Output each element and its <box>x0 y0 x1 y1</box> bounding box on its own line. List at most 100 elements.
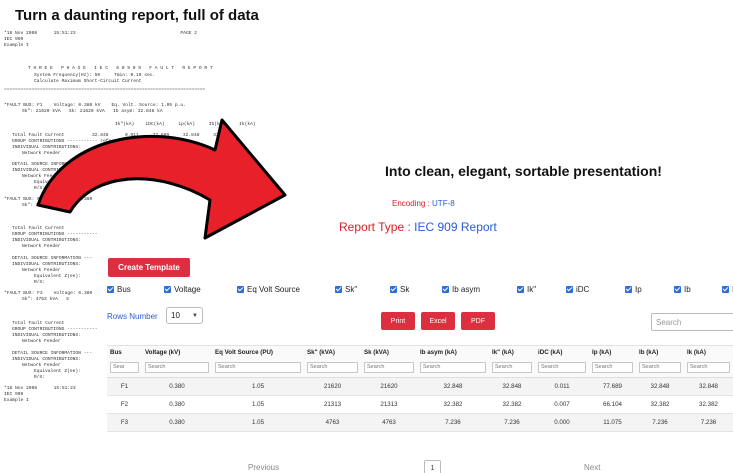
table-cell: 32.382 <box>684 395 733 414</box>
report-line: Example I <box>4 398 29 403</box>
report-line: GROUP CONTRIBUTIONS ----------- referred… <box>12 139 156 144</box>
checkbox-icon[interactable] <box>335 286 342 293</box>
pagination-page[interactable]: 1 <box>424 460 441 473</box>
filter-input-voltage[interactable] <box>145 361 209 373</box>
checkbox-icon[interactable] <box>164 286 171 293</box>
toggle-label: Eq Volt Source <box>247 285 300 294</box>
filter-input-sk[interactable] <box>364 361 414 373</box>
column-header-sk-initial[interactable]: Sk" (kVA) <box>304 345 361 360</box>
column-header-ik-initial[interactable]: Ik" (kA) <box>489 345 535 360</box>
toggle-bus[interactable]: Bus <box>107 285 131 294</box>
table-cell: 7.236 <box>417 413 489 432</box>
table-cell: 0.007 <box>535 395 589 414</box>
table-cell: 21313 <box>361 395 417 414</box>
filter-input-ik-initial[interactable] <box>492 361 532 373</box>
checkbox-icon[interactable] <box>566 286 573 293</box>
filter-input-bus[interactable] <box>110 361 139 373</box>
checkbox-icon[interactable] <box>517 286 524 293</box>
checkbox-icon[interactable] <box>237 286 244 293</box>
column-header-ib-asym[interactable]: Ib asym (kA) <box>417 345 489 360</box>
table-cell: 0.011 <box>535 377 589 396</box>
column-header-ib[interactable]: Ib (kA) <box>636 345 684 360</box>
toggle-ib-asym[interactable]: Ib asym <box>442 285 480 294</box>
column-header-voltage[interactable]: Voltage (kV) <box>142 345 212 360</box>
headline-top: Turn a daunting report, full of data <box>15 7 259 24</box>
table-row: F3 0.380 1.05 4763 4763 7.236 7.236 0.00… <box>107 413 733 432</box>
toggle-sk-initial[interactable]: Sk" <box>335 285 357 294</box>
column-header-ip[interactable]: Ip (kA) <box>589 345 636 360</box>
report-line: INDIVIDUAL CONTRIBUTIONS: <box>12 262 81 267</box>
report-line: DETAIL SOURCE INFORMATION <box>12 162 81 167</box>
filter-input-ib[interactable] <box>639 361 681 373</box>
column-header-bus[interactable]: Bus <box>107 345 142 360</box>
fault-report-table: Bus Voltage (kV) Eq Volt Source (PU) Sk"… <box>107 345 733 432</box>
checkbox-icon[interactable] <box>625 286 632 293</box>
checkbox-icon[interactable] <box>390 286 397 293</box>
filter-input-sk-initial[interactable] <box>307 361 358 373</box>
report-line: T H R E E P H A S E I E C 6 0 9 0 9 F A … <box>28 66 213 71</box>
filter-input-eq-volt-source[interactable] <box>215 361 301 373</box>
table-cell: 32.848 <box>489 377 535 396</box>
report-line: GROUP CONTRIBUTIONS ----------- <box>12 327 98 332</box>
column-visibility-toggles: Bus Voltage Eq Volt Source Sk" Sk Ib asy… <box>107 285 733 297</box>
report-line: Example I <box>4 43 29 48</box>
table-cell: 66.104 <box>589 395 636 414</box>
global-search-input[interactable]: Search <box>651 313 733 331</box>
excel-button[interactable]: Excel <box>421 312 455 330</box>
table-cell: F3 <box>107 413 142 432</box>
toggle-sk[interactable]: Sk <box>390 285 409 294</box>
filter-input-ip[interactable] <box>592 361 633 373</box>
create-template-button[interactable]: Create Template <box>108 258 190 277</box>
table-cell: 4763 <box>304 413 361 432</box>
rows-number-select[interactable]: 10 ▼ <box>166 307 203 324</box>
table-cell: 21620 <box>361 377 417 396</box>
table-cell: 11.075 <box>589 413 636 432</box>
report-line: Equivalent Z(ee): <box>34 274 81 279</box>
table-cell: 7.236 <box>636 413 684 432</box>
toggle-ib[interactable]: Ib <box>674 285 691 294</box>
toggle-idc[interactable]: iDC <box>566 285 589 294</box>
filter-input-idc[interactable] <box>538 361 586 373</box>
column-header-sk[interactable]: Sk (kVA) <box>361 345 417 360</box>
report-line: ========================================… <box>4 87 206 92</box>
toggle-label: Ip <box>635 285 642 294</box>
column-header-eq-volt-source[interactable]: Eq Volt Source (PU) <box>212 345 304 360</box>
toggle-label: Bus <box>117 285 131 294</box>
table-cell: 32.848 <box>417 377 489 396</box>
chevron-down-icon: ▼ <box>192 312 198 319</box>
checkbox-icon[interactable] <box>107 286 114 293</box>
checkbox-icon[interactable] <box>722 286 729 293</box>
report-line: Equivalent Z(ee): <box>34 369 81 374</box>
toggle-ik-initial[interactable]: Ik" <box>517 285 536 294</box>
filter-input-ib-asym[interactable] <box>420 361 486 373</box>
report-line: IEC 909 <box>4 37 24 42</box>
table-cell: 77.689 <box>589 377 636 396</box>
report-line: R/X: <box>34 375 46 380</box>
checkbox-icon[interactable] <box>442 286 449 293</box>
table-cell: 7.236 <box>684 413 733 432</box>
toggle-ip[interactable]: Ip <box>625 285 642 294</box>
print-button[interactable]: Print <box>381 312 415 330</box>
pdf-button[interactable]: PDF <box>461 312 495 330</box>
toggle-eq-volt-source[interactable]: Eq Volt Source <box>237 285 300 294</box>
pagination-previous[interactable]: Previous <box>248 463 279 472</box>
toggle-label: Sk <box>400 285 410 294</box>
toggle-label: Ib asym <box>452 285 481 294</box>
report-line: Network Feeder Status: MESHED, FAR <box>22 174 215 179</box>
column-header-ik[interactable]: Ik (kA) <box>684 345 733 360</box>
encoding-label: Encoding : <box>392 199 433 208</box>
pagination-next[interactable]: Next <box>584 463 600 472</box>
column-header-idc[interactable]: iDC (kA) <box>535 345 589 360</box>
toggle-ik[interactable]: Ik <box>722 285 733 294</box>
report-line: *FAULT BUS: F2 Voltage: 0.380 <box>4 197 93 202</box>
report-line: Calculate Maximum Short-Circuit Current <box>34 79 142 84</box>
toggle-voltage[interactable]: Voltage <box>164 285 201 294</box>
report-line: Network Feeder <box>22 339 61 344</box>
table-cell: 0.000 <box>535 413 589 432</box>
table-cell: 21313 <box>304 395 361 414</box>
filter-input-ik[interactable] <box>687 361 730 373</box>
checkbox-icon[interactable] <box>674 286 681 293</box>
report-line: *FAULT BUS: F3 Voltage: 0.380 <box>4 291 93 296</box>
report-line: Ik"(kA) iDC(kA) ip(kA) Ib(kA) Ik(kA) <box>115 122 256 127</box>
rows-number-label: Rows Number <box>107 312 158 321</box>
